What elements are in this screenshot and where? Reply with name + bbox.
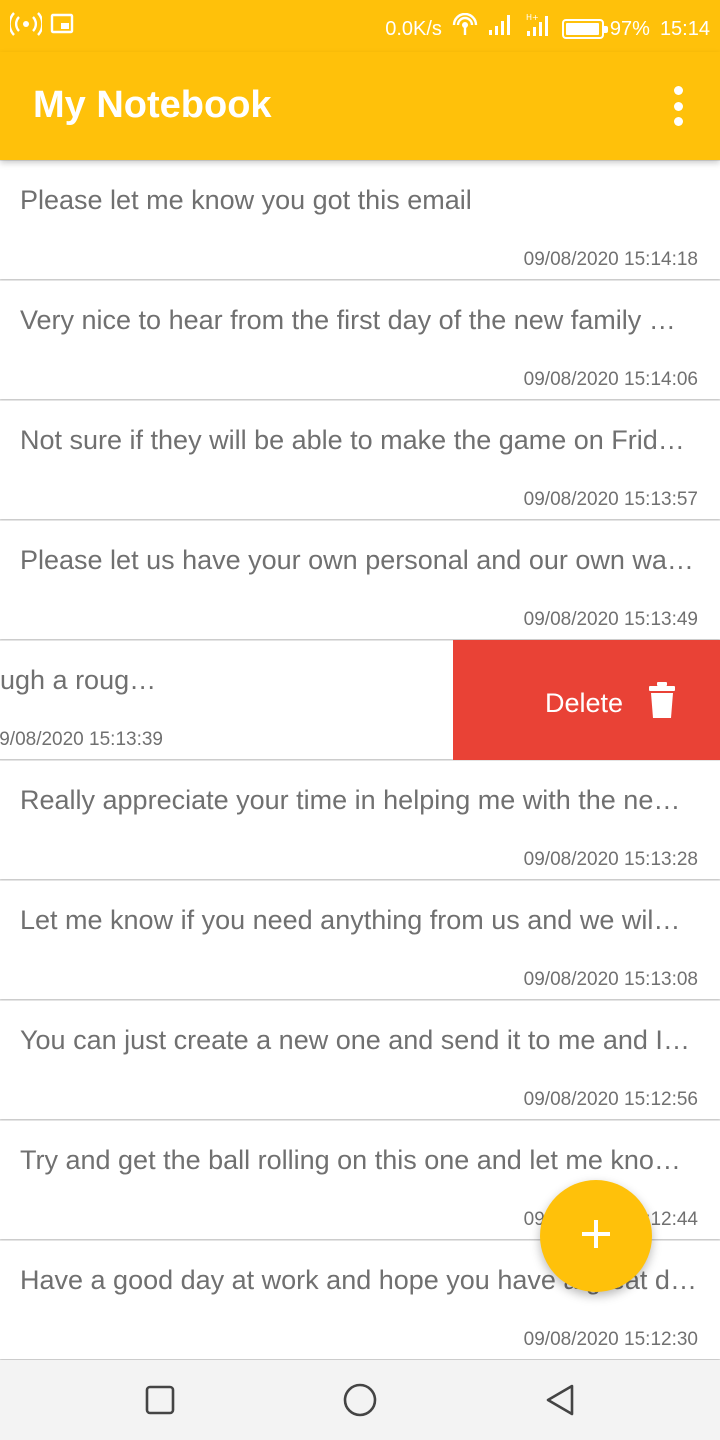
- note-date: 09/08/2020 15:13:28: [523, 849, 698, 870]
- list-item[interactable]: Really appreciate your time in helping m…: [0, 760, 720, 880]
- note-card[interactable]: Please let us have your own personal and…: [0, 521, 720, 639]
- battery-percent: 97%: [609, 17, 650, 40]
- note-date: 09/08/2020 15:13:39: [0, 729, 163, 750]
- note-text: Very nice to hear from the first day of …: [20, 305, 676, 335]
- home-circle-icon[interactable]: [342, 1382, 378, 1418]
- clock: 15:14: [659, 17, 710, 40]
- list-item[interactable]: Please let us have your own personal and…: [0, 520, 720, 640]
- note-text: Not sure if they will be able to make th…: [20, 425, 685, 455]
- note-card[interactable]: Not sure if they will be able to make th…: [0, 401, 720, 519]
- more-vert-icon[interactable]: [666, 86, 690, 126]
- svg-text:H+: H+: [526, 13, 539, 22]
- note-text: Please let us have your own personal and…: [20, 545, 694, 575]
- delete-button[interactable]: Delete: [453, 640, 720, 760]
- wifi-icon: [452, 12, 478, 44]
- note-card[interactable]: Very nice to hear from the first day of …: [0, 281, 720, 399]
- note-text: Let me know if you need anything from us…: [20, 905, 681, 935]
- app-bar: My Notebook: [0, 52, 720, 160]
- system-nav-bar: [0, 1360, 720, 1440]
- cast-icon: [50, 13, 74, 41]
- note-text: Please let me know you got this email: [20, 185, 472, 215]
- status-bar: 0.0K/s H+ 97% 15:14: [0, 0, 720, 52]
- note-card[interactable]: Let me know if you need anything from us…: [0, 881, 720, 999]
- note-card[interactable]: ugh a rough time of the day with … 09/08…: [0, 641, 453, 759]
- note-text: You can just create a new one and send i…: [20, 1025, 690, 1055]
- list-item[interactable]: You can just create a new one and send i…: [0, 1000, 720, 1120]
- list-item[interactable]: Let me know if you need anything from us…: [0, 880, 720, 1000]
- note-card[interactable]: Really appreciate your time in helping m…: [0, 761, 720, 879]
- delete-label: Delete: [545, 688, 624, 718]
- list-item-swiped[interactable]: ugh a rough time of the day with … 09/08…: [0, 640, 720, 760]
- note-date: 09/08/2020 15:14:06: [523, 369, 698, 390]
- note-date: 09/08/2020 15:12:56: [523, 1089, 698, 1110]
- recents-square-icon[interactable]: [142, 1382, 178, 1418]
- hotspot-icon: [8, 12, 44, 42]
- trash-icon: [649, 682, 675, 718]
- note-date: 09/08/2020 15:12:30: [523, 1329, 698, 1350]
- list-item[interactable]: Please let me know you got this email 09…: [0, 160, 720, 280]
- note-date: 09/08/2020 15:14:18: [523, 249, 698, 270]
- note-date: 09/08/2020 15:13:08: [523, 969, 698, 990]
- note-date: 09/08/2020 15:13:49: [523, 609, 698, 630]
- battery-icon: [561, 18, 608, 39]
- list-item[interactable]: Not sure if they will be able to make th…: [0, 400, 720, 520]
- note-date: 09/08/2020 15:13:57: [523, 489, 698, 510]
- note-text: Try and get the ball rolling on this one…: [20, 1145, 681, 1175]
- note-card[interactable]: You can just create a new one and send i…: [0, 1001, 720, 1119]
- note-text: ugh a rough time of the day with …: [0, 665, 164, 695]
- plus-icon: [580, 1218, 612, 1255]
- signal-h-plus-icon: H+: [524, 12, 552, 45]
- back-triangle-icon[interactable]: [542, 1382, 578, 1418]
- notes-list[interactable]: Please let me know you got this email 09…: [0, 160, 720, 1360]
- note-card[interactable]: Please let me know you got this email 09…: [0, 161, 720, 279]
- network-speed: 0.0K/s: [385, 17, 442, 40]
- signal-icon: [488, 13, 514, 44]
- page-title: My Notebook: [33, 84, 272, 126]
- add-note-button[interactable]: [540, 1180, 652, 1292]
- list-item[interactable]: Very nice to hear from the first day of …: [0, 280, 720, 400]
- note-text: Really appreciate your time in helping m…: [20, 785, 681, 815]
